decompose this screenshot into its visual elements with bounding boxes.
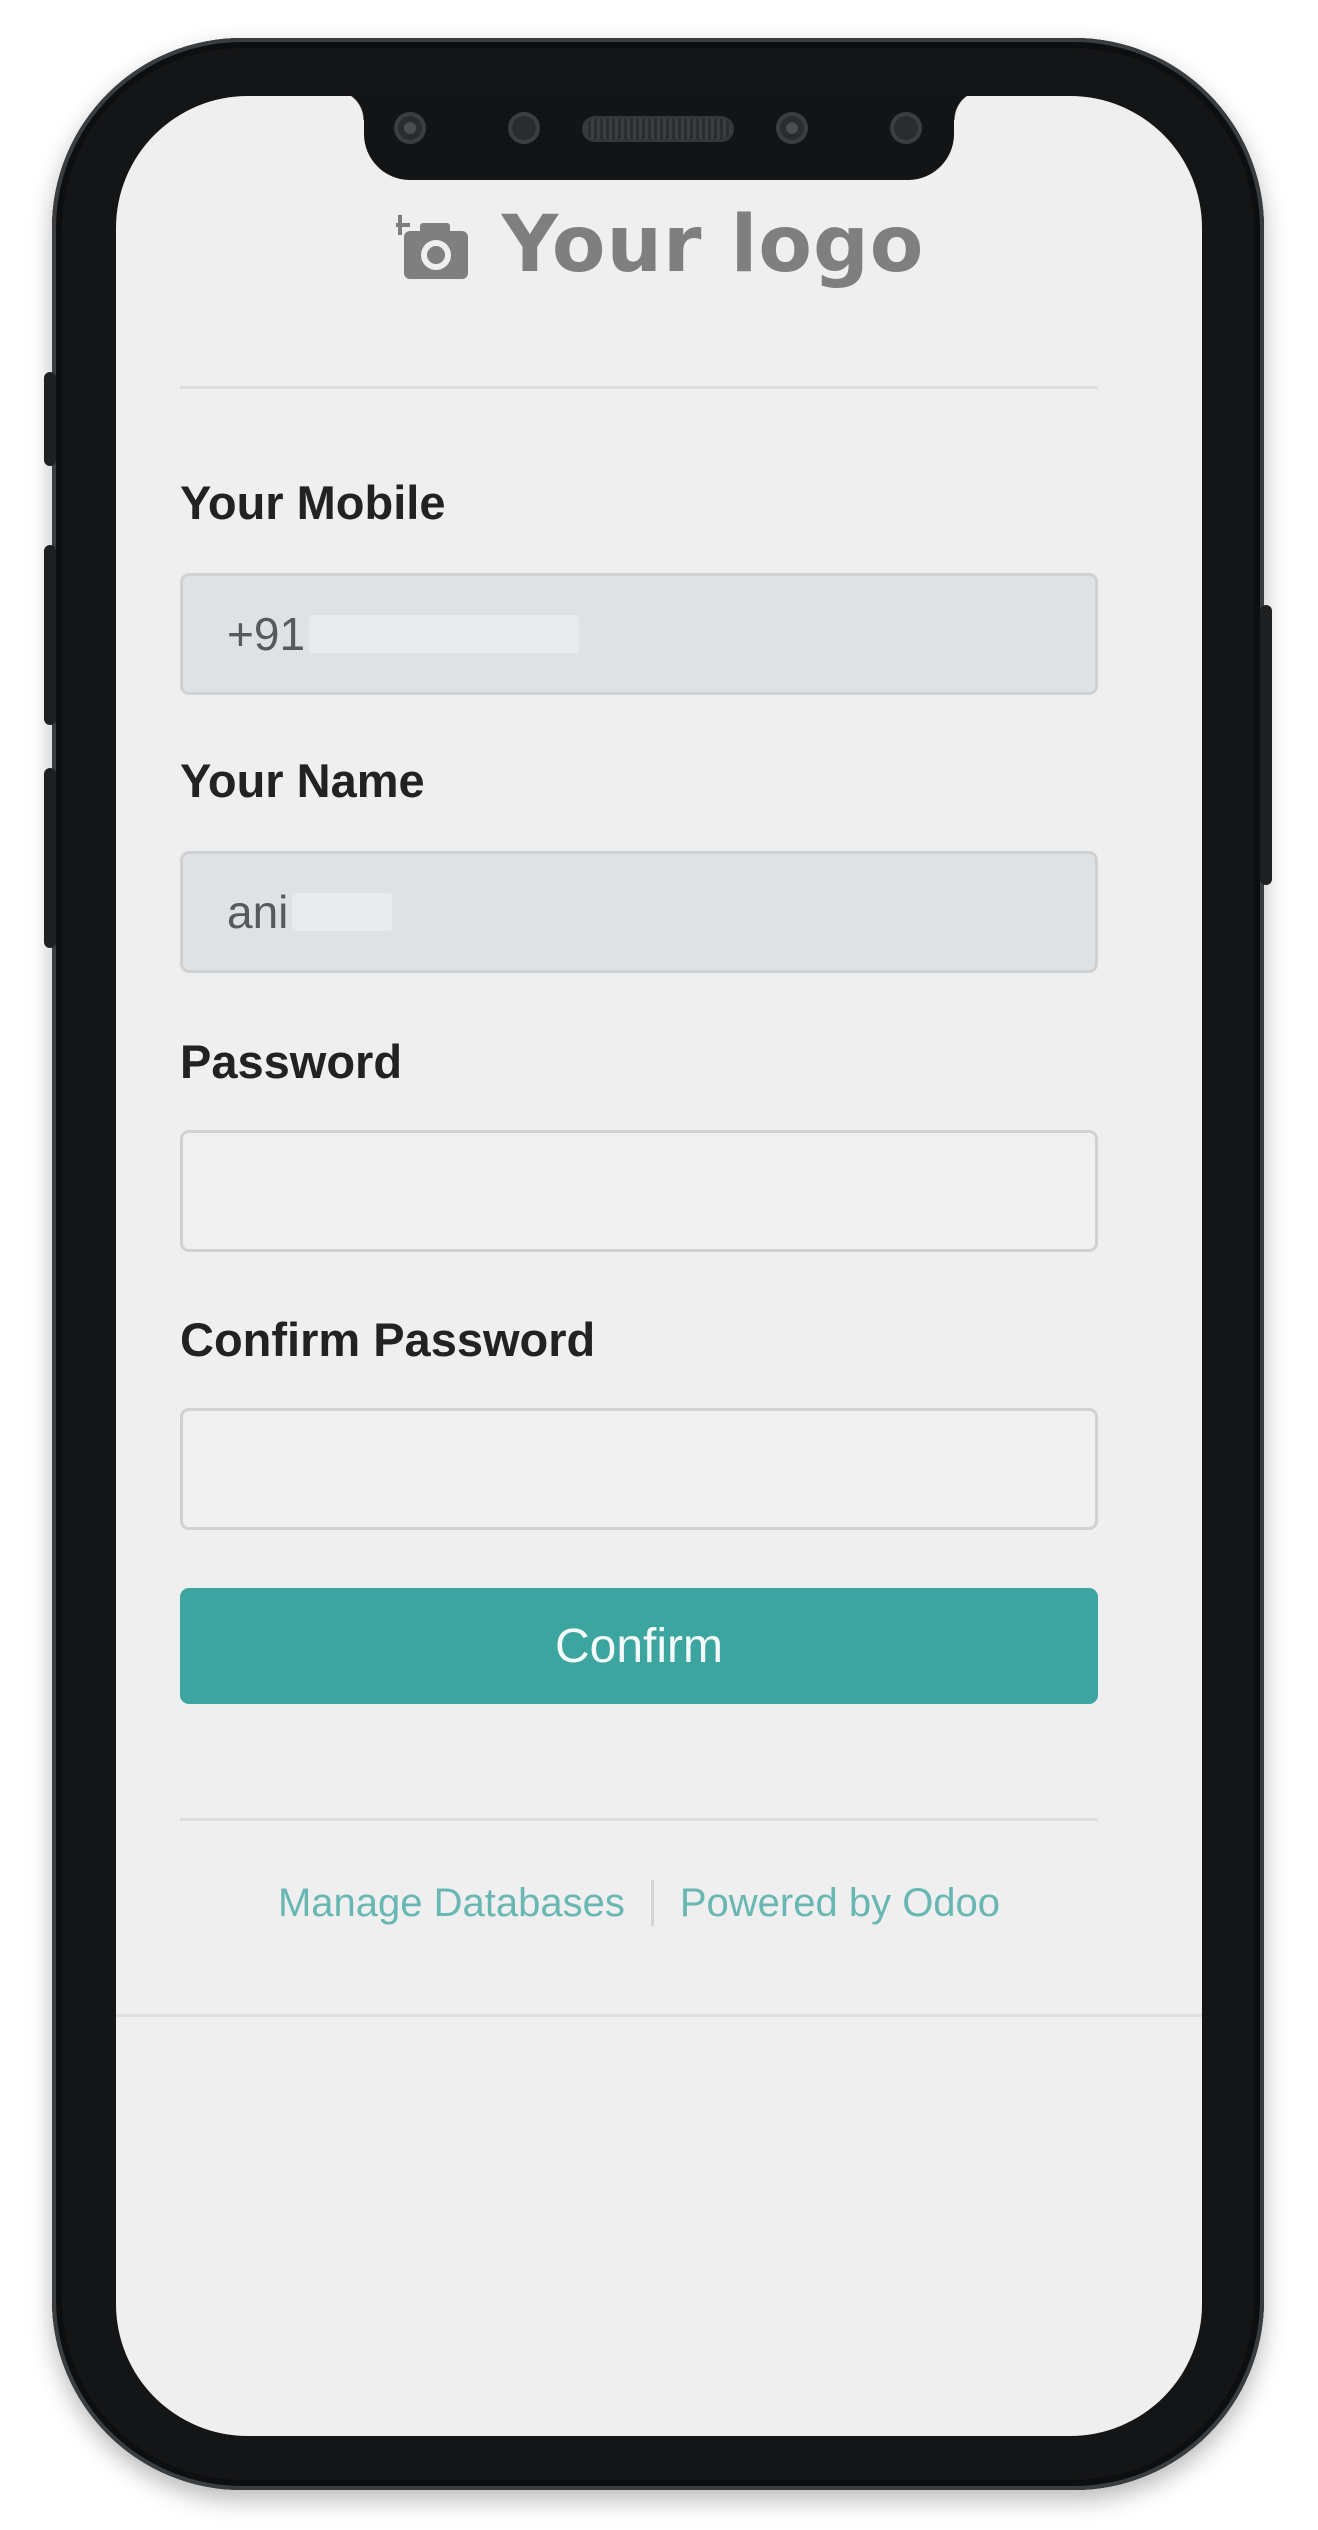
mobile-field[interactable]: +91 xyxy=(180,573,1098,695)
powered-by-odoo-link[interactable]: Powered by Odoo xyxy=(680,1881,1000,1926)
redacted-mobile-digits xyxy=(309,615,580,653)
add-photo-camera-icon xyxy=(389,207,472,283)
confirm-button[interactable]: Confirm xyxy=(180,1588,1098,1704)
mute-switch xyxy=(44,372,56,466)
footer-separator xyxy=(650,1880,654,1926)
footer-divider xyxy=(180,1818,1098,1821)
header-divider xyxy=(180,386,1098,389)
phone-screen xyxy=(116,96,1202,2436)
logo-text: Your logo xyxy=(501,200,925,290)
proximity-sensor xyxy=(508,112,540,144)
confirm-password-label: Confirm Password xyxy=(180,1313,596,1366)
password-label: Password xyxy=(180,1035,403,1088)
mobile-value: +91 xyxy=(227,608,306,660)
footer-links: Manage Databases Powered by Odoo xyxy=(180,1880,1098,1926)
confirm-password-input[interactable] xyxy=(180,1408,1098,1530)
mobile-label: Your Mobile xyxy=(180,476,446,529)
name-field[interactable]: ani xyxy=(180,851,1098,973)
manage-databases-link[interactable]: Manage Databases xyxy=(278,1881,625,1926)
redacted-name xyxy=(292,893,393,931)
name-label: Your Name xyxy=(180,754,425,807)
sensor-dot xyxy=(394,112,426,144)
content-bottom-border xyxy=(116,2014,1202,2017)
earpiece-speaker xyxy=(582,116,734,142)
power-button xyxy=(1260,605,1272,885)
ambient-sensor xyxy=(890,112,922,144)
volume-up-button xyxy=(44,545,56,725)
company-logo: Your logo xyxy=(370,195,950,295)
volume-down-button xyxy=(44,768,56,948)
password-input[interactable] xyxy=(180,1130,1098,1252)
front-camera xyxy=(776,112,808,144)
name-value: ani xyxy=(227,886,289,938)
phone-notch xyxy=(334,90,984,180)
